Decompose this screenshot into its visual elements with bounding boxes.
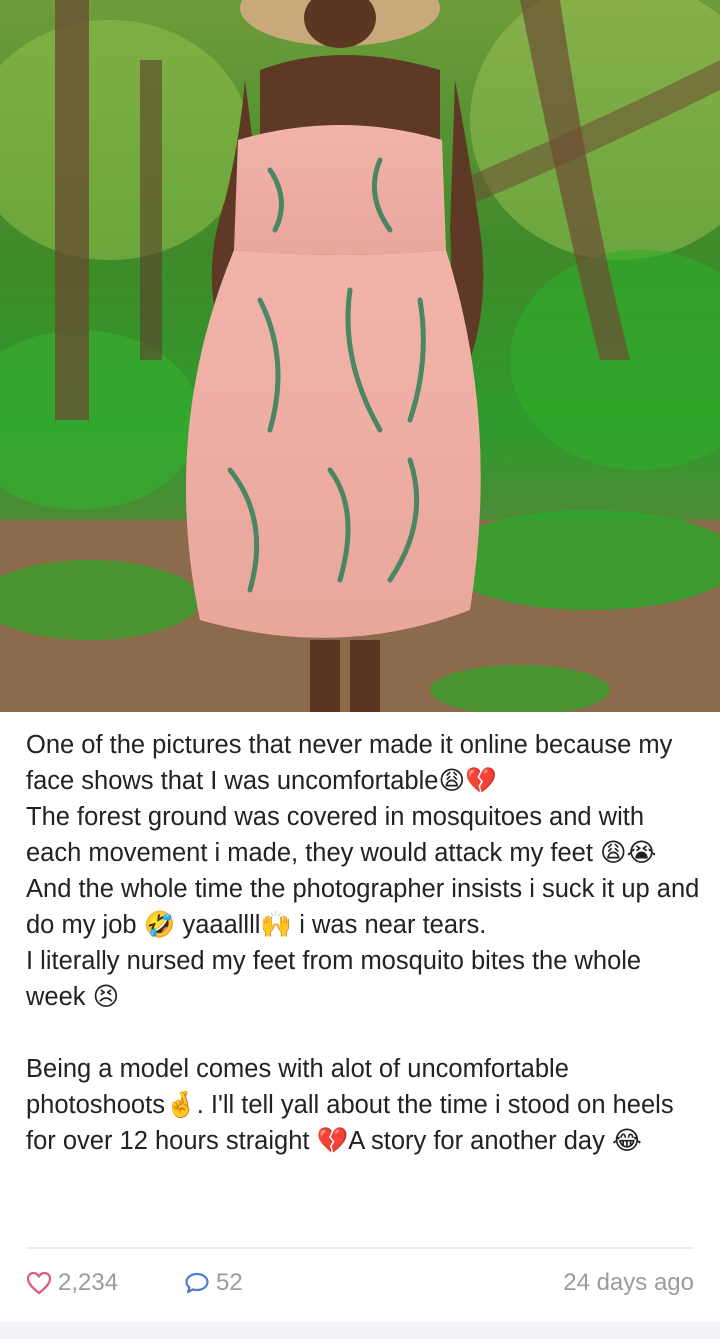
photo-illustration xyxy=(0,0,720,712)
post-photo[interactable] xyxy=(0,0,720,712)
comments-count: 52 xyxy=(216,1269,243,1296)
post-caption: One of the pictures that never made it o… xyxy=(26,727,702,1159)
speech-bubble-icon xyxy=(184,1271,210,1295)
caption-paragraph-2: Being a model comes with alot of uncomfo… xyxy=(26,1055,681,1155)
post-timestamp: 24 days ago xyxy=(563,1269,694,1296)
heart-outline-icon xyxy=(26,1271,52,1295)
footer-divider xyxy=(26,1247,694,1249)
comment-button[interactable]: 52 xyxy=(184,1269,243,1297)
caption-paragraph-1: One of the pictures that never made it o… xyxy=(26,731,700,1011)
like-button[interactable]: 2,234 xyxy=(26,1269,118,1297)
likes-count: 2,234 xyxy=(58,1269,119,1296)
post-footer: 2,234 52 24 days ago xyxy=(26,1262,694,1306)
post-card: One of the pictures that never made it o… xyxy=(0,0,720,1322)
